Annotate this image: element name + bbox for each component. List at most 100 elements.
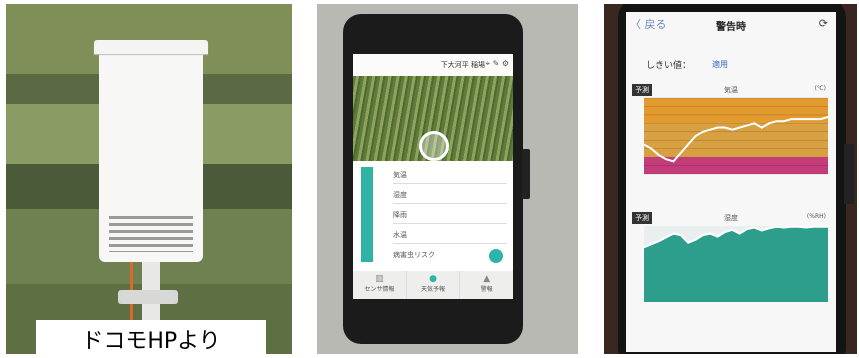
data-point (768, 227, 770, 229)
edit-icon[interactable]: ✎ (493, 59, 500, 68)
alert-icon: ▲ (483, 274, 491, 284)
data-point (680, 152, 682, 154)
data-point (643, 143, 645, 146)
data-point (709, 233, 711, 235)
data-point (768, 122, 770, 124)
data-point (746, 124, 748, 127)
data-point (783, 226, 785, 229)
data-point (739, 233, 741, 235)
weather-icon: ● (429, 274, 437, 284)
temperature-chart: 予測 気温 (℃) (632, 84, 830, 194)
location-pin-icon[interactable]: ⌖ (486, 59, 491, 68)
list-item[interactable]: 降雨 (393, 205, 507, 224)
phone-side-button (844, 144, 854, 204)
data-point (812, 118, 814, 120)
data-point (797, 118, 800, 120)
data-point (775, 226, 778, 228)
page-title: 警告時 (716, 22, 746, 33)
data-point (717, 236, 719, 238)
image-caption: ドコモHPより (81, 329, 221, 354)
phone-screen: 〈 戻る 警告時 ⟳ しきい値： 適用 予測 気温 (℃) 予測 湿度 (%RH… (626, 12, 836, 352)
data-point (731, 129, 733, 131)
field-camera-image (353, 76, 513, 161)
data-point (650, 243, 652, 245)
data-point (820, 118, 822, 120)
smartphone: 下大河平 稲場 ⌖ ✎ ⚙ 気温 湿度 降雨 水温 病害虫リスク ▥ センサ情報… (343, 14, 523, 344)
list-item[interactable]: 湿度 (393, 185, 507, 204)
chart-unit: (℃) (814, 85, 826, 92)
data-point (753, 122, 755, 124)
data-point (717, 126, 719, 129)
app-header: 下大河平 稲場 ⌖ ✎ ⚙ (353, 54, 513, 76)
list-item[interactable]: 気温 (393, 165, 507, 184)
mount-bracket (118, 290, 178, 304)
data-point (694, 135, 697, 137)
gear-icon[interactable]: ⚙ (502, 59, 509, 68)
data-point (709, 129, 711, 131)
phone-screen: 下大河平 稲場 ⌖ ✎ ⚙ 気温 湿度 降雨 水温 病害虫リスク ▥ センサ情報… (353, 54, 513, 299)
sensor-cap (94, 40, 208, 54)
sensor-housing (99, 52, 203, 262)
data-point (761, 229, 763, 232)
threshold-value[interactable]: 適用 (712, 59, 728, 70)
data-point (724, 126, 726, 129)
data-point (797, 226, 800, 228)
data-point (650, 148, 652, 150)
data-point (658, 154, 660, 156)
tab-weather[interactable]: ● 天気予報 (405, 271, 460, 299)
data-point (812, 226, 814, 228)
data-point (724, 231, 726, 233)
sensor-photo: ドコモHPより (6, 4, 292, 354)
phone-photo-home: 下大河平 稲場 ⌖ ✎ ⚙ 気温 湿度 降雨 水温 病害虫リスク ▥ センサ情報… (317, 4, 578, 354)
data-point (694, 239, 697, 241)
data-point (643, 246, 645, 248)
bottom-tab-bar: ▥ センサ情報 ● 天気予報 ▲ 警報 (353, 271, 513, 299)
data-point (827, 116, 829, 118)
data-point (790, 118, 792, 120)
refresh-icon[interactable]: ⟳ (819, 17, 828, 30)
data-point (775, 120, 778, 122)
data-point (753, 226, 755, 229)
data-point (790, 226, 792, 228)
chart-unit: (%RH) (806, 213, 826, 220)
field-name: 下大河平 稲場 (440, 61, 485, 69)
data-point (672, 233, 675, 235)
area-fill (644, 226, 828, 302)
humidity-plot (643, 225, 829, 302)
data-point (665, 236, 667, 238)
data-point (680, 234, 682, 236)
data-point (820, 226, 822, 228)
phone-photo-charts: 〈 戻る 警告時 ⟳ しきい値： 適用 予測 気温 (℃) 予測 湿度 (%RH… (604, 4, 857, 354)
data-point (731, 229, 733, 231)
chart-title: 気温 (724, 86, 738, 94)
sensor-icon: ▥ (375, 274, 384, 284)
threshold-label: しきい値： (646, 61, 692, 71)
nav-bar: 〈 戻る 警告時 ⟳ (626, 12, 836, 38)
data-point (746, 228, 748, 230)
play-indicator-icon[interactable] (419, 131, 449, 161)
sensor-vents (109, 212, 193, 252)
data-point (805, 118, 807, 120)
phone-side-button (522, 149, 530, 199)
risk-indicator-icon (489, 249, 503, 263)
chart-title: 湿度 (724, 214, 738, 222)
data-point (827, 226, 829, 228)
temperature-plot (643, 97, 829, 175)
list-item[interactable]: 水温 (393, 225, 507, 244)
data-point (805, 226, 807, 229)
data-point (783, 120, 785, 122)
humidity-chart: 予測 湿度 (%RH) (632, 212, 830, 352)
data-point (658, 240, 660, 242)
status-bar (361, 167, 373, 262)
data-point (702, 234, 704, 236)
data-point (761, 126, 763, 129)
data-point (702, 131, 704, 133)
data-point (687, 242, 689, 244)
tab-alert[interactable]: ▲ 警報 (459, 271, 513, 299)
data-point (665, 158, 667, 160)
sensor-list: 気温 湿度 降雨 水温 病害虫リスク (353, 161, 513, 271)
tab-sensor[interactable]: ▥ センサ情報 (353, 271, 406, 299)
data-point (672, 160, 675, 162)
data-point (687, 143, 689, 146)
smartphone: 〈 戻る 警告時 ⟳ しきい値： 適用 予測 気温 (℃) 予測 湿度 (%RH… (618, 4, 846, 354)
